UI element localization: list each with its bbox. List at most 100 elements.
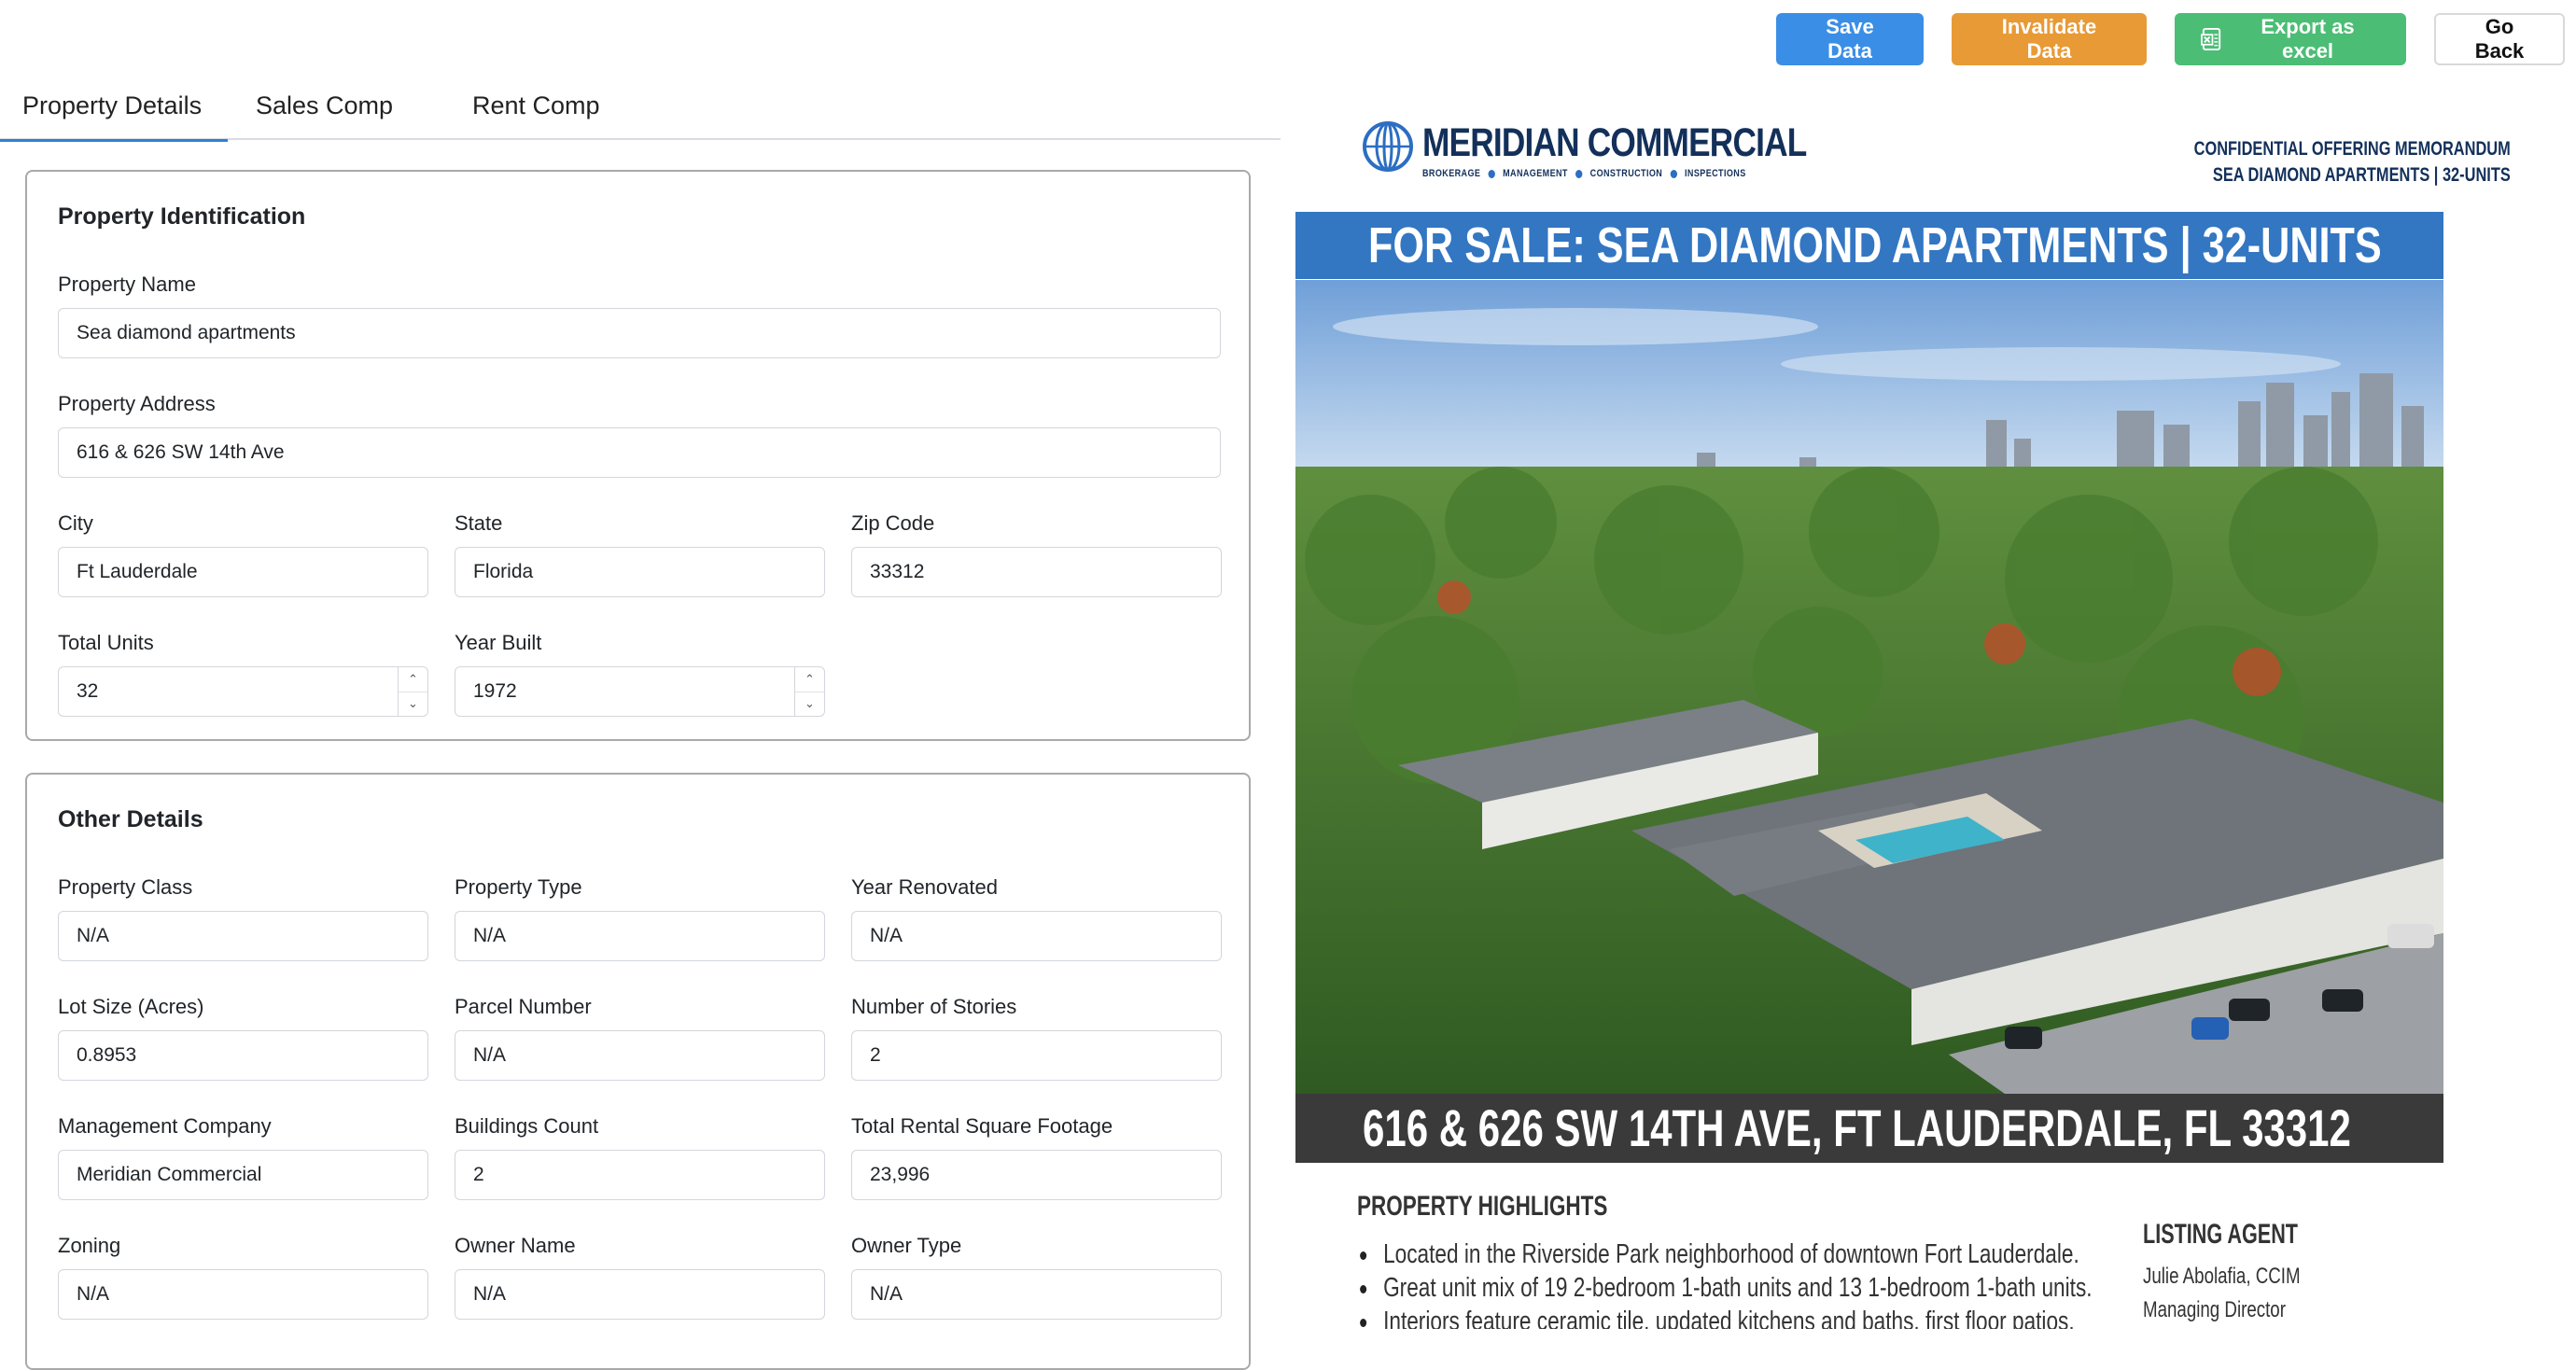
number-of-stories-field: Number of Stories 2 (851, 995, 1222, 1081)
number-stepper: ⌃ ⌄ (794, 667, 824, 716)
save-data-button[interactable]: Save Data (1776, 13, 1924, 65)
export-excel-button[interactable]: Export as excel (2175, 13, 2406, 65)
card-title: Property Identification (58, 203, 306, 230)
number-stepper: ⌃ ⌄ (398, 667, 427, 716)
confidential-header: CONFIDENTIAL OFFERING MEMORANDUM SEA DIA… (2194, 136, 2511, 189)
management-company-field: Management Company Meridian Commercial (58, 1114, 428, 1200)
field-label: Number of Stories (851, 995, 1017, 1018)
year-built-value: 1972 (473, 680, 517, 702)
rental-square-footage-field: Total Rental Square Footage 23,996 (851, 1114, 1222, 1200)
total-units-input[interactable]: 32 ⌃ ⌄ (58, 666, 428, 717)
field-label: Total Units (58, 631, 154, 654)
state-field: State Florida (455, 511, 825, 597)
logo-wordmark: MERIDIAN COMMERCIAL (1422, 120, 1807, 165)
field-label: Management Company (58, 1114, 272, 1138)
year-built-field: Year Built 1972 ⌃ ⌄ (455, 631, 825, 717)
confidential-line: CONFIDENTIAL OFFERING MEMORANDUM (2193, 138, 2511, 160)
city-field: City Ft Lauderdale (58, 511, 428, 597)
lot-size-field: Lot Size (Acres) 0.8953 (58, 995, 428, 1081)
field-label: Owner Type (851, 1234, 962, 1257)
offering-memorandum-preview[interactable]: MERIDIAN COMMERCIAL BROKERAGE MANAGEMENT… (1281, 93, 2576, 1329)
zoning-input[interactable]: N/A (58, 1269, 428, 1320)
stepper-up-icon[interactable]: ⌃ (795, 667, 824, 692)
service-label: INSPECTIONS (1685, 168, 1746, 179)
rental-square-footage-input[interactable]: 23,996 (851, 1150, 1222, 1200)
property-type-field: Property Type N/A (455, 875, 825, 961)
zip-code-input[interactable]: 33312 (851, 547, 1222, 597)
property-name-input[interactable]: Sea diamond apartments (58, 308, 1221, 358)
field-label: Property Class (58, 875, 193, 899)
globe-logo-icon (1363, 121, 1413, 172)
owner-type-input[interactable]: N/A (851, 1269, 1222, 1320)
property-name-field: Property Name Sea diamond apartments (58, 273, 1221, 358)
field-label: Buildings Count (455, 1114, 599, 1138)
year-renovated-field: Year Renovated N/A (851, 875, 1222, 961)
year-built-input[interactable]: 1972 ⌃ ⌄ (455, 666, 825, 717)
excel-file-icon (2201, 28, 2221, 50)
highlights-title: PROPERTY HIGHLIGHTS (1357, 1191, 1608, 1222)
agent-name: Julie Abolafia, CCIM (2143, 1264, 2301, 1289)
stepper-up-icon[interactable]: ⌃ (399, 667, 427, 692)
bullet-dot-icon (1670, 169, 1677, 178)
property-type-input[interactable]: N/A (455, 911, 825, 961)
banner-text: FOR SALE: SEA DIAMOND APARTMENTS | 32-UN… (1368, 217, 2382, 273)
property-line: SEA DIAMOND APARTMENTS | 32-UNITS (2213, 164, 2511, 186)
property-class-field: Property Class N/A (58, 875, 428, 961)
owner-name-field: Owner Name N/A (455, 1234, 825, 1320)
property-class-input[interactable]: N/A (58, 911, 428, 961)
list-item: Located in the Riverside Park neighborho… (1357, 1237, 2093, 1271)
address-text: 616 & 626 SW 14TH AVE, FT LAUDERDALE, FL… (1363, 1098, 2351, 1157)
stepper-down-icon[interactable]: ⌄ (795, 691, 824, 717)
state-input[interactable]: Florida (455, 547, 825, 597)
field-label: Property Name (58, 273, 196, 296)
agent-role: Managing Director (2143, 1297, 2286, 1322)
parcel-number-field: Parcel Number N/A (455, 995, 825, 1081)
owner-name-input[interactable]: N/A (455, 1269, 825, 1320)
year-renovated-input[interactable]: N/A (851, 911, 1222, 961)
property-address-input[interactable]: 616 & 626 SW 14th Ave (58, 427, 1221, 478)
go-back-button[interactable]: Go Back (2434, 13, 2565, 65)
field-label: Total Rental Square Footage (851, 1114, 1113, 1138)
parcel-number-input[interactable]: N/A (455, 1030, 825, 1081)
field-label: Zoning (58, 1234, 121, 1257)
property-address-field: Property Address 616 & 626 SW 14th Ave (58, 392, 1221, 478)
field-label: City (58, 511, 93, 535)
tab-rent-comp[interactable]: Rent Comp (444, 78, 631, 140)
tab-property-details[interactable]: Property Details (0, 78, 228, 142)
card-title: Other Details (58, 806, 203, 832)
field-label: Year Renovated (851, 875, 998, 899)
stepper-down-icon[interactable]: ⌄ (399, 691, 427, 717)
invalidate-data-button[interactable]: Invalidate Data (1952, 13, 2147, 65)
owner-type-field: Owner Type N/A (851, 1234, 1222, 1320)
logo-services: BROKERAGE MANAGEMENT CONSTRUCTION INSPEC… (1422, 168, 1806, 179)
field-label: Owner Name (455, 1234, 576, 1257)
tab-sales-comp[interactable]: Sales Comp (228, 78, 444, 140)
for-sale-banner: FOR SALE: SEA DIAMOND APARTMENTS | 32-UN… (1295, 212, 2443, 279)
field-label: Zip Code (851, 511, 935, 535)
service-label: CONSTRUCTION (1589, 168, 1663, 179)
listing-agent-title: LISTING AGENT (2143, 1219, 2299, 1250)
service-label: MANAGEMENT (1503, 168, 1568, 179)
zoning-field: Zoning N/A (58, 1234, 428, 1320)
export-excel-label: Export as excel (2261, 15, 2355, 63)
tab-bar: Property Details Sales Comp Rent Comp (0, 78, 1281, 142)
number-of-stories-input[interactable]: 2 (851, 1030, 1222, 1081)
buildings-count-input[interactable]: 2 (455, 1150, 825, 1200)
total-units-field: Total Units 32 ⌃ ⌄ (58, 631, 428, 717)
lot-size-input[interactable]: 0.8953 (58, 1030, 428, 1081)
field-label: Property Type (455, 875, 582, 899)
list-item: Great unit mix of 19 2-bedroom 1-bath un… (1357, 1271, 2093, 1305)
list-item: Interiors feature ceramic tile, updated … (1357, 1305, 2093, 1329)
toolbar: Save Data Invalidate Data Export as exce… (1776, 13, 2565, 65)
field-label: Year Built (455, 631, 542, 654)
zip-code-field: Zip Code 33312 (851, 511, 1222, 597)
service-label: BROKERAGE (1422, 168, 1481, 179)
field-label: State (455, 511, 503, 535)
field-label: Parcel Number (455, 995, 592, 1018)
buildings-count-field: Buildings Count 2 (455, 1114, 825, 1200)
management-company-input[interactable]: Meridian Commercial (58, 1150, 428, 1200)
total-units-value: 32 (77, 680, 99, 702)
address-bar: 616 & 626 SW 14TH AVE, FT LAUDERDALE, FL… (1295, 1094, 2443, 1163)
city-input[interactable]: Ft Lauderdale (58, 547, 428, 597)
bullet-dot-icon (1575, 169, 1583, 178)
